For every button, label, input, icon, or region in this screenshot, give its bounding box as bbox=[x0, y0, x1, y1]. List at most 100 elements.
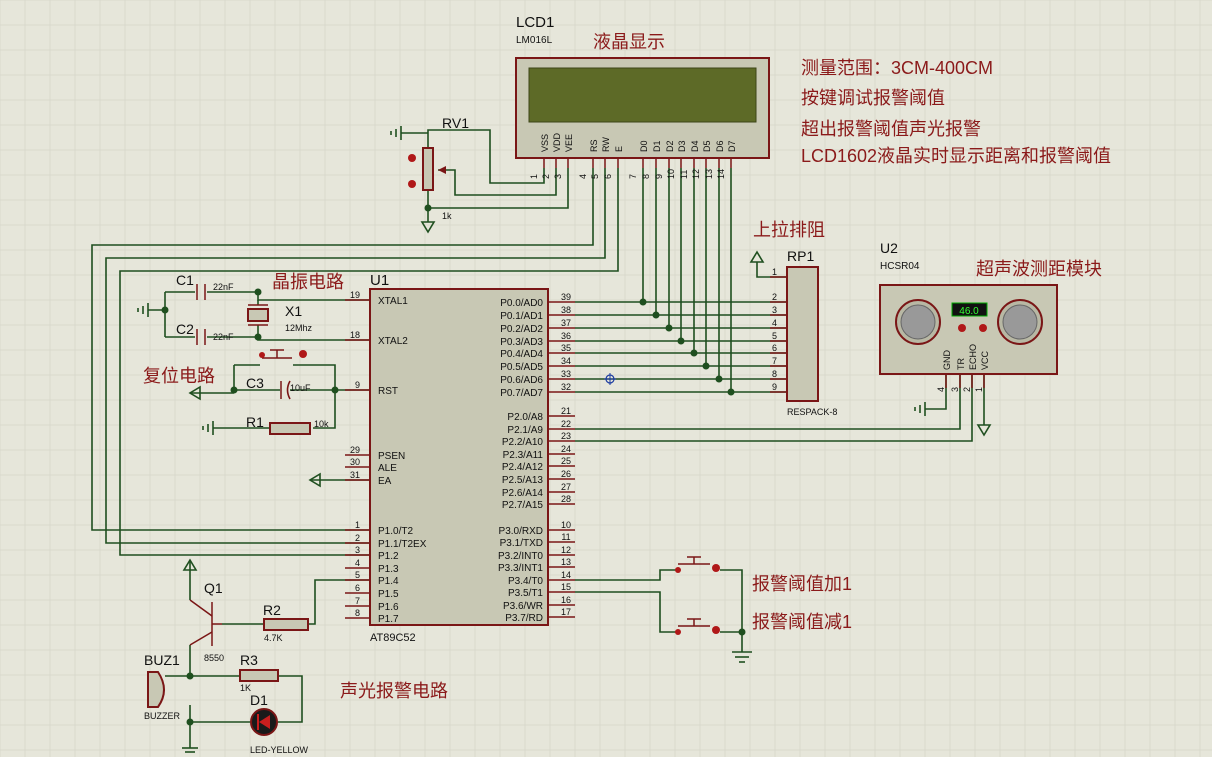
d1-model: LED-YELLOW bbox=[250, 745, 309, 755]
mcu-pin-name: P1.7 bbox=[378, 614, 399, 625]
label-alarm: 声光报警电路 bbox=[340, 681, 448, 701]
mcu-pin-name: P1.0/T2 bbox=[378, 526, 413, 537]
mcu-pin-number: 38 bbox=[561, 305, 571, 315]
ground-icon bbox=[137, 303, 149, 317]
mcu-pin-number: 2 bbox=[355, 533, 360, 543]
mcu-at89c52[interactable]: U1 AT89C52 19XTAL118XTAL29RST29PSEN30ALE… bbox=[345, 272, 575, 644]
resistor-pack-rp1[interactable]: RP1 RESPACK-8 1 2 3 4 5 6 7 8 9 bbox=[770, 248, 837, 417]
power-arrow-icon bbox=[749, 250, 765, 263]
mcu-pin-name: P0.4/AD4 bbox=[500, 349, 543, 360]
lcd-pin-number: 14 bbox=[716, 169, 726, 179]
mcu-pin-number: 14 bbox=[561, 570, 571, 580]
crystal-body bbox=[247, 308, 269, 322]
mcu-pin-number: 21 bbox=[561, 406, 571, 416]
mcu-pin-name: P0.5/AD5 bbox=[500, 362, 543, 373]
label-ultrasonic: 超声波测距模块 bbox=[976, 259, 1102, 279]
note-1: 测量范围：3CM-400CM bbox=[801, 58, 993, 78]
mcu-pin-number: 33 bbox=[561, 369, 571, 379]
mcu-pin-name: P2.2/A10 bbox=[502, 437, 544, 448]
adjust-down-icon[interactable] bbox=[408, 180, 416, 188]
rv1-body bbox=[422, 147, 434, 191]
rv1-value: 1k bbox=[442, 211, 452, 221]
rv1-ref: RV1 bbox=[442, 115, 469, 131]
rp1-model: RESPACK-8 bbox=[787, 407, 837, 417]
distance-up-icon[interactable] bbox=[958, 324, 966, 332]
lcd-pin-number: 6 bbox=[603, 174, 613, 179]
resistor-r2[interactable]: R2 4.7K bbox=[263, 602, 309, 643]
mcu-pin-name: P3.4/T0 bbox=[508, 576, 543, 587]
lcd-pin-number: 4 bbox=[578, 174, 588, 179]
r1-value: 10k bbox=[314, 419, 329, 429]
u2-pin-name: TR bbox=[956, 358, 966, 370]
ground-icon bbox=[914, 402, 926, 416]
ground-icon bbox=[732, 651, 752, 663]
lcd-pin-number: 7 bbox=[628, 174, 638, 179]
mcu-pin-number: 39 bbox=[561, 292, 571, 302]
mcu-pin-name: P2.4/A12 bbox=[502, 462, 544, 473]
lcd-model: LM016L bbox=[516, 35, 553, 46]
press-icon[interactable] bbox=[299, 350, 307, 358]
mcu-pin-number: 4 bbox=[355, 558, 360, 568]
mcu-pin-number: 34 bbox=[561, 356, 571, 366]
distance-down-icon[interactable] bbox=[979, 324, 987, 332]
mcu-pin-number: 12 bbox=[561, 545, 571, 555]
capacitor-c3[interactable]: C3 10uF bbox=[246, 375, 311, 400]
button-contact-icon bbox=[259, 352, 265, 358]
potentiometer-rv1[interactable]: RV1 1k bbox=[408, 115, 469, 221]
lcd-pin-name: D6 bbox=[715, 140, 725, 152]
mcu-ref: U1 bbox=[370, 272, 389, 289]
mcu-pin-number: 25 bbox=[561, 456, 571, 466]
rp1-pin-number: 5 bbox=[772, 331, 777, 341]
mcu-pin-number: 10 bbox=[561, 520, 571, 530]
key-minus-button[interactable] bbox=[675, 618, 720, 635]
note-3: 超出报警阈值声光报警 bbox=[801, 119, 981, 139]
resistor-r1[interactable]: R1 10k bbox=[246, 414, 329, 435]
resistor-r3[interactable]: R3 1K bbox=[239, 652, 279, 693]
c2-ref: C2 bbox=[176, 321, 194, 337]
mcu-pin-name: P2.7/A15 bbox=[502, 500, 544, 511]
mcu-pin-name: PSEN bbox=[378, 451, 405, 462]
mcu-pin-name: RST bbox=[378, 386, 398, 397]
button-contact-icon bbox=[675, 629, 681, 635]
mcu-pin-number: 31 bbox=[350, 470, 360, 480]
transistor-q1[interactable]: Q1 8550 bbox=[189, 580, 224, 663]
distance-reading: 46.0 bbox=[959, 306, 979, 317]
q1-model: 8550 bbox=[204, 653, 224, 663]
lcd-pin-name: VSS bbox=[540, 134, 550, 152]
lcd-pin-name: D5 bbox=[702, 140, 712, 152]
mcu-pin-number: 13 bbox=[561, 557, 571, 567]
mcu-model: AT89C52 bbox=[370, 632, 416, 644]
label-key-minus: 报警阈值减1 bbox=[752, 612, 852, 632]
press-icon[interactable] bbox=[712, 626, 720, 634]
mcu-pin-name: P1.3 bbox=[378, 564, 399, 575]
r2-body bbox=[263, 618, 309, 631]
lcd-pin-name: RS bbox=[589, 139, 599, 152]
mcu-pin-number: 32 bbox=[561, 382, 571, 392]
u2-ref: U2 bbox=[880, 240, 898, 256]
mcu-pin-number: 8 bbox=[355, 608, 360, 618]
rp1-pin-number: 8 bbox=[772, 369, 777, 379]
press-icon[interactable] bbox=[712, 564, 720, 572]
mcu-pin-name: P1.4 bbox=[378, 576, 399, 587]
adjust-up-icon[interactable] bbox=[408, 154, 416, 162]
mcu-pin-number: 30 bbox=[350, 457, 360, 467]
mcu-pin-name: P3.0/RXD bbox=[499, 526, 543, 537]
lcd-pin-name: D4 bbox=[690, 140, 700, 152]
u2-pin-name: ECHO bbox=[968, 344, 978, 370]
note-4: LCD1602液晶实时显示距离和报警阈值 bbox=[801, 146, 1111, 166]
rp1-pin-number: 4 bbox=[772, 318, 777, 328]
u2-model: HCSR04 bbox=[880, 261, 920, 272]
label-reset: 复位电路 bbox=[143, 366, 215, 386]
mcu-pin-number: 17 bbox=[561, 607, 571, 617]
mcu-pin-name: P0.1/AD1 bbox=[500, 311, 543, 322]
mcu-pin-name: P3.2/INT0 bbox=[498, 551, 543, 562]
buz1-ref: BUZ1 bbox=[144, 652, 180, 668]
c1-value: 22nF bbox=[213, 282, 234, 292]
mcu-pin-number: 5 bbox=[355, 570, 360, 580]
rp1-pin-number: 6 bbox=[772, 343, 777, 353]
lcd-pin-number: 12 bbox=[691, 169, 701, 179]
u2-pin-number: 3 bbox=[950, 387, 960, 392]
lcd-pin-name: D2 bbox=[665, 140, 675, 152]
lcd-pin-name: D1 bbox=[652, 140, 662, 152]
key-plus-button[interactable] bbox=[675, 556, 720, 573]
